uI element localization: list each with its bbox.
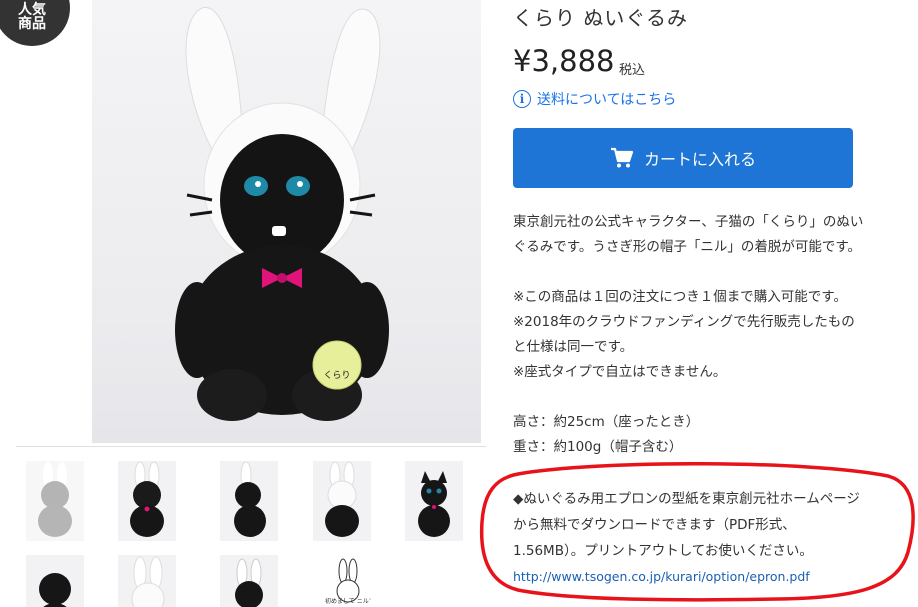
spec-weight: 重さ：約100g（帽子含む） [513, 439, 683, 455]
note-line: ※2018年のクラウドファンディングで先行販売したもの [513, 314, 855, 330]
popular-badge: 人気 商品 [0, 0, 70, 46]
thumbnail-7[interactable] [118, 555, 176, 607]
tag-text: くらり [323, 370, 350, 381]
desc-line: 東京創元社の公式キャラクター、子猫の「くらり」のぬい [513, 214, 864, 230]
thumbnail-gallery: 初めまして ニルです [16, 446, 486, 607]
thumbnail-caption: 初めまして ニルです [325, 597, 371, 605]
apron-line: 1.56MB）。プリントアウトしてお使いください。 [513, 543, 813, 559]
plush-illustration: くらり [175, 7, 389, 421]
note-line: ※座式タイプで自立はできません。 [513, 364, 727, 380]
product-price: ¥3,888 [513, 44, 615, 78]
apron-line: ◆ぬいぐるみ用エプロンの型紙を東京創元社ホームページ [513, 491, 860, 507]
thumbnail-2[interactable] [118, 461, 176, 541]
thumbnail-8[interactable] [220, 555, 278, 607]
thumbnail-5[interactable] [405, 461, 463, 541]
desc-line: ぐるみです。うさぎ形の帽子「ニル」の着脱が可能です。 [513, 239, 862, 255]
shipping-info-link[interactable]: i 送料についてはこちら [513, 89, 676, 109]
apron-line: から無料でダウンロードできます（PDF形式、 [513, 517, 796, 533]
thumbnail-9[interactable]: 初めまして ニルです [313, 555, 371, 607]
product-title: くらり ぬいぐるみ [513, 6, 688, 30]
shipping-link-text: 送料についてはこちら [537, 92, 677, 108]
badge-line-2: 商品 [18, 16, 46, 33]
thumbnail-1[interactable] [26, 461, 84, 541]
spec-height: 高さ：約25cm（座ったとき） [513, 414, 700, 430]
add-to-cart-button[interactable]: カートに入れる [513, 128, 853, 188]
main-product-photo: くらり [92, 0, 481, 443]
cart-icon [610, 147, 634, 168]
thumbnail-4[interactable] [313, 461, 371, 541]
tax-label: 税込 [619, 63, 646, 78]
cart-button-label: カートに入れる [643, 150, 756, 169]
note-line: ※この商品は１回の注文につき１個まで購入可能です。 [513, 289, 847, 305]
thumbnail-6[interactable] [26, 555, 84, 607]
thumbnail-3[interactable] [220, 461, 278, 541]
apron-pdf-link[interactable]: http://www.tsogen.co.jp/kurari/option/ep… [513, 569, 810, 584]
apron-pattern-note: ◆ぬいぐるみ用エプロンの型紙を東京創元社ホームページ から無料でダウンロードでき… [513, 486, 908, 590]
info-icon: i [513, 90, 531, 108]
product-description: 東京創元社の公式キャラクター、子猫の「くらり」のぬい ぐるみです。うさぎ形の帽子… [513, 210, 903, 460]
note-line: と仕様は同一です。 [513, 339, 634, 355]
